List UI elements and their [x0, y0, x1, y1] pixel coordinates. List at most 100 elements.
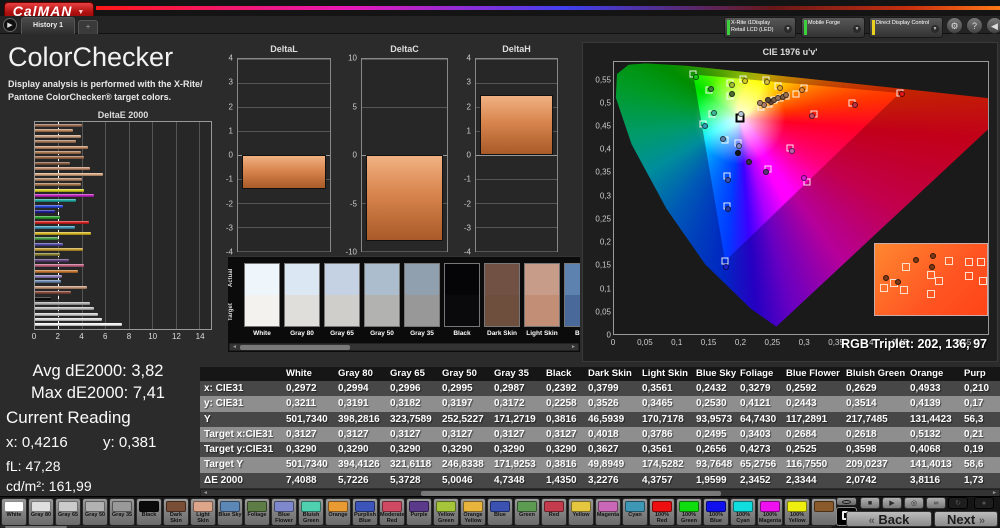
patch-button-100--blue[interactable]: 100% Blue	[703, 498, 729, 526]
loop-button[interactable]: ∞	[926, 497, 946, 509]
patch-button-yellow[interactable]: Yellow	[568, 498, 594, 526]
meter-button[interactable]: ◎	[904, 497, 924, 509]
patch-label: Blue Flower	[275, 511, 293, 524]
scroll-right-icon[interactable]: ►	[569, 344, 578, 351]
patch-button-purple[interactable]: Purple	[406, 498, 432, 526]
patch-button-white[interactable]: White	[1, 498, 27, 526]
patch-button-magenta[interactable]: Magenta	[595, 498, 621, 526]
patch-label: Red	[548, 511, 560, 518]
patch-button-100--red[interactable]: 100% Red	[649, 498, 675, 526]
patch-button-green[interactable]: Green	[514, 498, 540, 526]
patch-button-black[interactable]: Black	[136, 498, 162, 526]
table-cell: 321,6118	[390, 459, 432, 471]
device-dropdown-2[interactable]: Direct Display Control ▼	[869, 17, 943, 38]
deltae-bar	[35, 274, 62, 278]
stop-button[interactable]: ■	[860, 497, 880, 509]
patch-color	[4, 500, 24, 512]
table-cell: 0,3290	[390, 444, 421, 456]
patch-button-gray-50[interactable]: Gray 50	[82, 498, 108, 526]
record-button[interactable]: ●	[974, 497, 994, 509]
delta-gridline	[362, 59, 447, 60]
patch-button-dark-skin[interactable]: Dark Skin	[163, 498, 189, 526]
table-cell: 7,4088	[286, 474, 317, 486]
settings-icon-button[interactable]: ⚙	[946, 17, 963, 34]
device-dropdown-0[interactable]: X-Rite i1Display Retail LCD (LED) ▼	[724, 17, 796, 38]
patch-button-100--magenta[interactable]: 100% Magenta	[757, 498, 783, 526]
patch-button-bluish-green[interactable]: Bluish Green	[298, 498, 324, 526]
patch-button-100--yellow[interactable]: 100% Yellow	[784, 498, 810, 526]
table-cell: 0,4933	[910, 383, 941, 394]
scroll-left-icon[interactable]: ◄	[230, 344, 239, 351]
refresh-button[interactable]: ↻	[948, 497, 968, 509]
table-cell: 0,2530	[696, 398, 727, 410]
measured-point	[723, 264, 730, 271]
delta-y-tick: -2	[463, 199, 471, 208]
deltae-bar	[35, 183, 81, 187]
next-button[interactable]: Next »	[934, 511, 998, 527]
tab-add-button[interactable]: +	[78, 20, 98, 34]
deltae-bar	[35, 291, 72, 295]
patch-color	[247, 500, 267, 512]
tab-history[interactable]: History 1	[21, 17, 75, 34]
table-row: x: CIE31 0,2972 0,2994 0,2996 0,2995 0,2987 0,…	[200, 381, 1000, 397]
patch-button-blue[interactable]: Blue	[487, 498, 513, 526]
patch-button-red[interactable]: Red	[541, 498, 567, 526]
patch-button-moderate-red[interactable]: Moderate Red	[379, 498, 405, 526]
patch-button-blue-flower[interactable]: Blue Flower	[271, 498, 297, 526]
measured-point	[798, 86, 805, 93]
deltae-x-tick: 14	[195, 332, 205, 341]
patch-button-blue-sky[interactable]: Blue Sky	[217, 498, 243, 526]
patch-button-partial[interactable]	[811, 498, 837, 526]
patch-color	[517, 500, 537, 512]
table-cell: 0,3816	[546, 413, 577, 425]
back-button[interactable]: « Back	[846, 511, 932, 527]
patch-button-orange-yellow[interactable]: Orange Yellow	[460, 498, 486, 526]
patch-label: Moderate Red	[380, 511, 405, 524]
deltae-bar	[35, 285, 87, 289]
table-cell: 0,4139	[910, 398, 941, 410]
patch-color	[112, 500, 132, 512]
patch-label: Yellow	[572, 511, 590, 518]
table-cell: 2,3452	[740, 474, 771, 486]
table-row: Y 501,7340 398,2816 323,7589 252,5227 171,271…	[200, 411, 1000, 427]
deltae-x-tick: 2	[55, 332, 60, 341]
strip-scrollbar[interactable]: ◄ ►	[229, 343, 579, 351]
table-cell: 93,7648	[696, 459, 733, 471]
table-cell: 0,3290	[338, 444, 369, 456]
table-cell: 0,3799	[588, 383, 619, 394]
patch-button-purplish-blue[interactable]: Purplish Blue	[352, 498, 378, 526]
patch-button-light-skin[interactable]: Light Skin	[190, 498, 216, 526]
swatch-actual	[405, 264, 439, 295]
cie-y-tick: 0	[606, 330, 611, 340]
device-dropdown-1[interactable]: Mobile Forge ▼	[801, 17, 865, 38]
cie-x-tick: 0,1	[671, 338, 683, 347]
preview-button[interactable]	[836, 497, 857, 506]
patch-button-100--green[interactable]: 100% Green	[676, 498, 702, 526]
patch-label: Orange	[328, 511, 348, 518]
deltae-bar	[35, 226, 75, 230]
table-cell: 93,9573	[696, 413, 733, 425]
patch-button-yellow-green[interactable]: Yellow Green	[433, 498, 459, 526]
swatch-label: Blue	[574, 330, 580, 337]
measured-point	[756, 100, 763, 107]
table-cell: 0,2996	[390, 383, 421, 394]
patch-label: Gray 80	[30, 511, 52, 518]
patch-button-gray-65[interactable]: Gray 65	[55, 498, 81, 526]
patch-button-100--cyan[interactable]: 100% Cyan	[730, 498, 756, 526]
patch-button-cyan[interactable]: Cyan	[622, 498, 648, 526]
play-button[interactable]: ▶	[882, 497, 902, 509]
patch-button-gray-35[interactable]: Gray 35	[109, 498, 135, 526]
tab-nav-button[interactable]: ▶	[3, 18, 17, 32]
patch-button-gray-80[interactable]: Gray 80	[28, 498, 54, 526]
patch-button-foliage[interactable]: Foliage	[244, 498, 270, 526]
table-cell: 0,3172	[494, 398, 525, 410]
table-cell: 394,4126	[338, 459, 380, 471]
patch-button-orange[interactable]: Orange	[325, 498, 351, 526]
cie-y-tick: 0,15	[595, 260, 611, 270]
help-icon-button[interactable]: ?	[966, 17, 983, 34]
patch-label: Magenta	[596, 511, 620, 518]
collapse-icon-button[interactable]: ◀	[986, 17, 1000, 34]
strip-scroll-thumb[interactable]	[240, 345, 350, 350]
patch-label: Green	[519, 511, 535, 518]
next-label: Next	[947, 512, 976, 527]
